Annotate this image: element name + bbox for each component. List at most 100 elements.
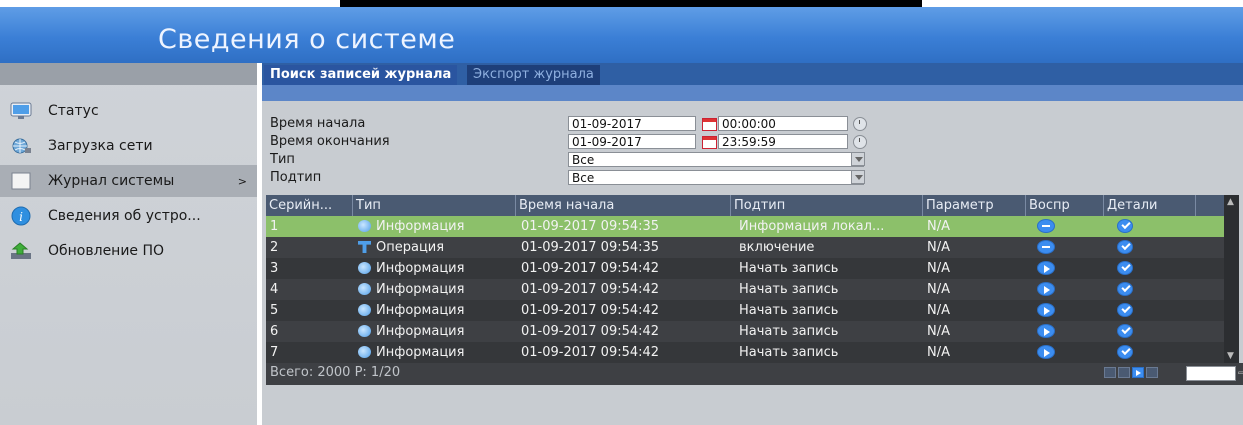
sidebar-item-status[interactable]: Статус xyxy=(0,95,257,127)
chevron-down-icon[interactable] xyxy=(851,170,865,184)
play-icon[interactable] xyxy=(1037,261,1055,275)
cell-serial: 3 xyxy=(270,261,279,276)
column-header-type[interactable]: Тип xyxy=(353,195,516,216)
cell-serial: 5 xyxy=(270,303,279,318)
cell-type: Информация xyxy=(376,261,465,276)
cell-type: Операция xyxy=(376,240,445,255)
cell-serial: 1 xyxy=(270,219,279,234)
table-scrollbar[interactable]: ▲ ▼ xyxy=(1224,195,1239,363)
tab-log-search[interactable]: Поиск записей журнала xyxy=(264,65,458,85)
calendar-icon[interactable] xyxy=(702,118,717,131)
sidebar-item-label: Статус xyxy=(48,103,99,119)
prev-page-icon[interactable] xyxy=(1118,367,1130,378)
table-row[interactable]: 4 Информация 01-09-2017 09:54:42 Начать … xyxy=(266,279,1224,300)
play-icon[interactable] xyxy=(1037,282,1055,296)
details-check-icon[interactable] xyxy=(1117,282,1133,296)
title-bar: Сведения о системе xyxy=(0,7,1243,63)
info-type-icon xyxy=(358,220,371,232)
clock-icon[interactable] xyxy=(853,135,867,149)
cell-start-time: 01-09-2017 09:54:42 xyxy=(521,261,660,276)
window-title: Сведения о системе xyxy=(158,24,456,55)
log-book-icon xyxy=(8,170,34,192)
next-page-icon[interactable] xyxy=(1132,367,1144,378)
end-time-field[interactable]: 23:59:59 xyxy=(718,134,848,149)
cell-type: Информация xyxy=(376,219,465,234)
play-icon[interactable] xyxy=(1037,303,1055,317)
cell-start-time: 01-09-2017 09:54:42 xyxy=(521,324,660,339)
sidebar-item-device-info[interactable]: i Сведения об устро... xyxy=(0,200,257,232)
page-number-input[interactable] xyxy=(1186,366,1236,381)
start-time-field[interactable]: 00:00:00 xyxy=(718,116,848,131)
column-header-play[interactable]: Воспр xyxy=(1026,195,1104,216)
subtype-label: Подтип xyxy=(270,170,322,185)
table-header: Серийн... Тип Время начала Подтип Параме… xyxy=(266,195,1224,216)
cell-parameter: N/A xyxy=(927,261,950,276)
main-panel: Поиск записей журнала Экспорт журнала Вр… xyxy=(262,63,1243,425)
table-row[interactable]: 5 Информация 01-09-2017 09:54:42 Начать … xyxy=(266,300,1224,321)
cell-parameter: N/A xyxy=(927,219,950,234)
sidebar: Статус Загрузка сети Журнал системы > i … xyxy=(0,63,257,425)
cell-subtype: Информация локал... xyxy=(739,219,885,234)
upgrade-arrow-icon xyxy=(8,240,34,262)
details-check-icon[interactable] xyxy=(1117,303,1133,317)
details-check-icon[interactable] xyxy=(1117,240,1133,254)
chevron-down-icon[interactable] xyxy=(851,152,865,166)
calendar-icon[interactable] xyxy=(702,136,717,149)
play-disabled-icon[interactable] xyxy=(1037,240,1055,254)
cell-parameter: N/A xyxy=(927,303,950,318)
column-header-details[interactable]: Детали xyxy=(1104,195,1196,216)
sidebar-item-label: Журнал системы xyxy=(48,173,175,189)
cell-serial: 7 xyxy=(270,345,279,360)
play-icon[interactable] xyxy=(1037,324,1055,338)
sidebar-item-system-log[interactable]: Журнал системы > xyxy=(0,165,257,197)
cell-type: Информация xyxy=(376,303,465,318)
table-row[interactable]: 6 Информация 01-09-2017 09:54:42 Начать … xyxy=(266,321,1224,342)
cell-start-time: 01-09-2017 09:54:42 xyxy=(521,282,660,297)
last-page-icon[interactable] xyxy=(1146,367,1158,378)
sidebar-item-firmware-update[interactable]: Обновление ПО xyxy=(0,235,257,267)
scroll-up-icon[interactable]: ▲ xyxy=(1227,197,1234,207)
details-check-icon[interactable] xyxy=(1117,261,1133,275)
cell-serial: 4 xyxy=(270,282,279,297)
column-header-start-time[interactable]: Время начала xyxy=(516,195,731,216)
play-icon[interactable] xyxy=(1037,345,1055,359)
cell-type: Информация xyxy=(376,345,465,360)
details-check-icon[interactable] xyxy=(1117,324,1133,338)
column-header-serial[interactable]: Серийн... xyxy=(266,195,353,216)
table-row[interactable]: 7 Информация 01-09-2017 09:54:42 Начать … xyxy=(266,342,1224,363)
chevron-right-icon: > xyxy=(237,174,247,188)
cell-start-time: 01-09-2017 09:54:35 xyxy=(521,240,660,255)
first-page-icon[interactable] xyxy=(1104,367,1116,378)
sidebar-item-network-load[interactable]: Загрузка сети xyxy=(0,130,257,162)
subtype-select[interactable]: Все xyxy=(568,170,864,185)
operation-type-icon xyxy=(358,241,371,253)
column-header-parameter[interactable]: Параметр xyxy=(923,195,1026,216)
info-type-icon xyxy=(358,304,371,316)
start-date-field[interactable]: 01-09-2017 xyxy=(568,116,696,131)
details-check-icon[interactable] xyxy=(1117,345,1133,359)
details-check-icon[interactable] xyxy=(1117,219,1133,233)
scroll-down-icon[interactable]: ▼ xyxy=(1227,351,1234,361)
tab-log-export[interactable]: Экспорт журнала xyxy=(467,65,600,85)
clock-icon[interactable] xyxy=(853,117,867,131)
table-row[interactable]: 1 Информация 01-09-2017 09:54:35 Информа… xyxy=(266,216,1224,237)
play-disabled-icon[interactable] xyxy=(1037,219,1055,233)
type-select[interactable]: Все xyxy=(568,152,864,167)
column-header-subtype[interactable]: Подтип xyxy=(731,195,923,216)
cell-parameter: N/A xyxy=(927,324,950,339)
cell-subtype: включение xyxy=(739,240,815,255)
cell-type: Информация xyxy=(376,324,465,339)
cell-subtype: Начать запись xyxy=(739,303,839,318)
table-row[interactable]: 3 Информация 01-09-2017 09:54:42 Начать … xyxy=(266,258,1224,279)
end-date-field[interactable]: 01-09-2017 xyxy=(568,134,696,149)
type-label: Тип xyxy=(270,152,295,167)
info-type-icon xyxy=(358,262,371,274)
tab-bar: Поиск записей журнала Экспорт журнала xyxy=(262,63,1243,85)
cell-serial: 6 xyxy=(270,324,279,339)
cell-parameter: N/A xyxy=(927,345,950,360)
start-time-label: Время начала xyxy=(270,116,366,131)
table-row[interactable]: 2 Операция 01-09-2017 09:54:35 включение… xyxy=(266,237,1224,258)
cell-start-time: 01-09-2017 09:54:42 xyxy=(521,303,660,318)
total-count: Всего: 2000 P: 1/20 xyxy=(270,365,401,380)
go-page-icon[interactable]: ⇨ xyxy=(1238,368,1243,379)
